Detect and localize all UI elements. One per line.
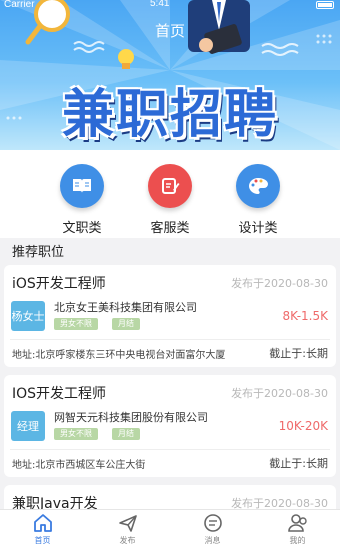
tab-label: 首页: [34, 536, 51, 545]
job-title: iOS开发工程师: [12, 276, 106, 292]
company-name: 北京女王美科技集团有限公司: [54, 301, 197, 314]
company-name: 网智天元科技集团股份有限公司: [54, 411, 208, 424]
card-divider: [10, 449, 330, 450]
section-title: 推荐职位: [12, 245, 65, 260]
bulb-graphic: [118, 49, 134, 69]
clock-label: 5:41: [150, 0, 170, 9]
gender-tag: 男女不限: [54, 318, 98, 330]
category-grid: 文职类 客服类 设计类: [0, 150, 340, 238]
salary-label: 8K-1.5K: [282, 309, 328, 323]
company-logo: 经理: [11, 411, 45, 441]
send-icon: [118, 515, 137, 532]
job-title: IOS开发工程师: [12, 386, 107, 402]
home-icon: [33, 514, 52, 532]
category-clerical[interactable]: 文职类: [42, 164, 122, 236]
category-design[interactable]: 设计类: [218, 164, 298, 236]
card-divider: [10, 339, 330, 340]
job-date: 发布于2020-08-30: [231, 387, 328, 400]
page-title: 首页: [154, 22, 185, 40]
category-label: 客服类: [150, 221, 190, 236]
palette-icon: [236, 164, 280, 208]
category-label: 设计类: [238, 221, 278, 236]
job-deadline: 截止于:长期: [269, 457, 328, 470]
status-bar: Carrier 5:41: [0, 0, 340, 14]
message-icon: [203, 514, 222, 532]
banner-headline: 兼职招聘: [61, 85, 278, 145]
salary-label: 10K-20K: [278, 419, 328, 433]
tab-home[interactable]: 首页: [0, 513, 85, 546]
tab-messages[interactable]: 消息: [170, 513, 255, 546]
edit-icon: [148, 164, 192, 208]
job-deadline: 截止于:长期: [269, 347, 328, 360]
tab-label: 消息: [204, 536, 221, 545]
job-address: 地址:北京市西城区车公庄大街: [12, 460, 146, 471]
bottom-tab-bar: 首页 发布 消息 我的: [0, 509, 340, 551]
hero-banner[interactable]: Carrier 5:41 首页 兼职招聘: [0, 0, 340, 150]
tab-label: 我的: [289, 536, 306, 545]
tab-profile[interactable]: 我的: [255, 513, 340, 546]
user-icon: [287, 514, 307, 532]
job-date: 发布于2020-08-30: [231, 277, 328, 290]
tab-publish[interactable]: 发布: [85, 513, 170, 546]
battery-icon: [316, 1, 334, 9]
book-icon: [60, 164, 104, 208]
category-customer-service[interactable]: 客服类: [130, 164, 210, 236]
carrier-label: Carrier: [4, 0, 35, 10]
payment-tag: 月结: [112, 318, 140, 330]
category-label: 文职类: [62, 221, 102, 236]
payment-tag: 月结: [112, 428, 140, 440]
company-logo: 杨女士: [11, 301, 45, 331]
job-card[interactable]: IOS开发工程师 发布于2020-08-30 经理 网智天元科技集团股份有限公司…: [4, 375, 336, 477]
job-card[interactable]: iOS开发工程师 发布于2020-08-30 杨女士 北京女王美科技集团有限公司…: [4, 265, 336, 367]
tab-label: 发布: [119, 536, 136, 545]
job-address: 地址:北京呼家楼东三环中央电视台对面富尔大厦: [12, 350, 226, 361]
gender-tag: 男女不限: [54, 428, 98, 440]
